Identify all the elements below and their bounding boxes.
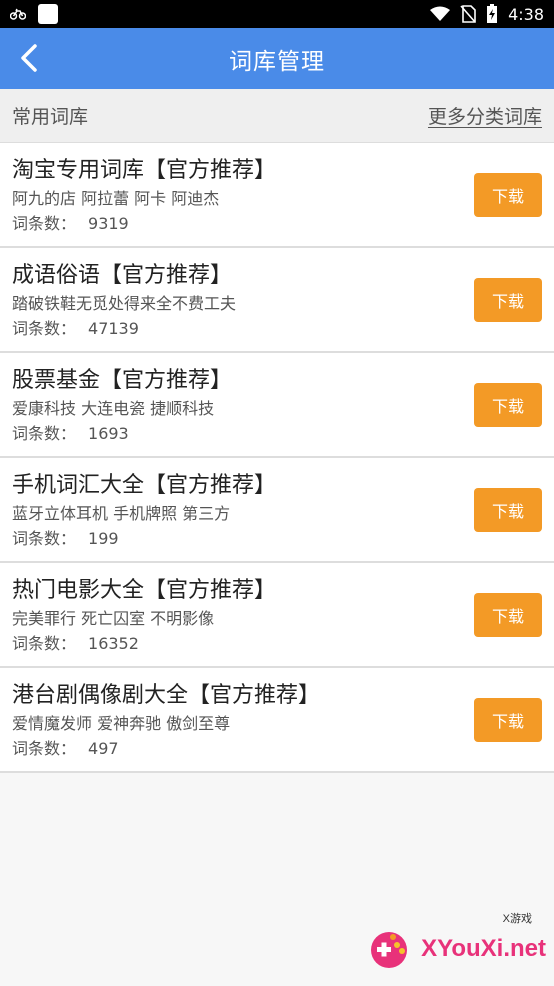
word-count: 词条数： 1693 [12,421,542,447]
word-count-value: 497 [88,739,119,758]
word-count-value: 47139 [88,319,139,338]
download-button[interactable]: 下载 [474,593,542,637]
download-button[interactable]: 下载 [474,383,542,427]
word-count-label: 词条数： [12,214,77,233]
dictionary-sample: 爱康科技 大连电瓷 捷顺科技 [12,399,215,418]
no-sim-icon [460,5,476,23]
more-categories-link[interactable]: 更多分类词库 [428,102,542,129]
word-count: 词条数： 9319 [12,211,542,237]
dictionary-sample: 爱情魔发师 爱神奔驰 傲剑至尊 [12,714,231,733]
dictionary-name: 港台剧偶像剧大全【官方推荐】 [12,683,321,708]
download-button[interactable]: 下载 [474,278,542,322]
word-count: 词条数： 16352 [12,631,542,657]
download-button[interactable]: 下载 [474,698,542,742]
gamepad-logo-icon [371,932,408,968]
app-bar: 词库管理 [0,28,554,89]
word-count: 词条数： 199 [12,526,542,552]
word-count-value: 199 [88,529,119,548]
battery-charging-icon [487,4,498,23]
word-count-label: 词条数： [12,634,77,653]
dictionary-name: 手机词汇大全【官方推荐】 [12,473,277,498]
wifi-icon [430,6,451,21]
list-item: 股票基金【官方推荐】 爱康科技 大连电瓷 捷顺科技 词条数： 1693 下载 [0,353,554,458]
word-count-value: 1693 [88,424,129,443]
list-item: 港台剧偶像剧大全【官方推荐】 爱情魔发师 爱神奔驰 傲剑至尊 词条数： 497 下… [0,668,554,773]
watermark-small-text: X游戏 [502,913,532,925]
download-button[interactable]: 下载 [474,488,542,532]
dictionary-name: 热门电影大全【官方推荐】 [12,578,277,603]
dictionary-sample: 踏破铁鞋无觅处得来全不费工夫 [12,294,237,313]
list-item: 成语俗语【官方推荐】 踏破铁鞋无觅处得来全不费工夫 词条数： 47139 下载 [0,248,554,353]
back-button[interactable] [14,42,44,74]
dictionary-sample: 完美罪行 死亡囚室 不明影像 [12,609,215,628]
watermark-text: XYouXi.net [421,935,546,962]
list-item: 淘宝专用词库【官方推荐】 阿九的店 阿拉蕾 阿卡 阿迪杰 词条数： 9319 下载 [0,143,554,248]
dictionary-name: 淘宝专用词库【官方推荐】 [12,158,277,183]
dictionary-name: 成语俗语【官方推荐】 [12,263,233,288]
dictionary-name: 股票基金【官方推荐】 [12,368,233,393]
section-header: 常用词库 更多分类词库 [0,89,554,143]
word-count-label: 词条数： [12,424,77,443]
watermark: X游戏 XYouXi.net [369,913,546,970]
chevron-left-icon [21,44,37,72]
word-count-label: 词条数： [12,739,77,758]
status-bar: 4:38 [0,0,554,28]
word-count-label: 词条数： [12,529,77,548]
bike-notification-icon [10,8,26,20]
app-notification-icon [38,4,58,24]
word-count-value: 9319 [88,214,129,233]
dictionary-sample: 蓝牙立体耳机 手机牌照 第三方 [12,504,231,523]
word-count-value: 16352 [88,634,139,653]
word-count-label: 词条数： [12,319,77,338]
page-title: 词库管理 [229,48,325,75]
word-count: 词条数： 497 [12,736,542,762]
section-title: 常用词库 [12,106,89,128]
download-button[interactable]: 下载 [474,173,542,217]
list-item: 热门电影大全【官方推荐】 完美罪行 死亡囚室 不明影像 词条数： 16352 下载 [0,563,554,668]
list-item: 手机词汇大全【官方推荐】 蓝牙立体耳机 手机牌照 第三方 词条数： 199 下载 [0,458,554,563]
status-time: 4:38 [508,4,544,24]
word-count: 词条数： 47139 [12,316,542,342]
dictionary-sample: 阿九的店 阿拉蕾 阿卡 阿迪杰 [12,189,220,208]
dictionary-list: 淘宝专用词库【官方推荐】 阿九的店 阿拉蕾 阿卡 阿迪杰 词条数： 9319 下载… [0,143,554,773]
